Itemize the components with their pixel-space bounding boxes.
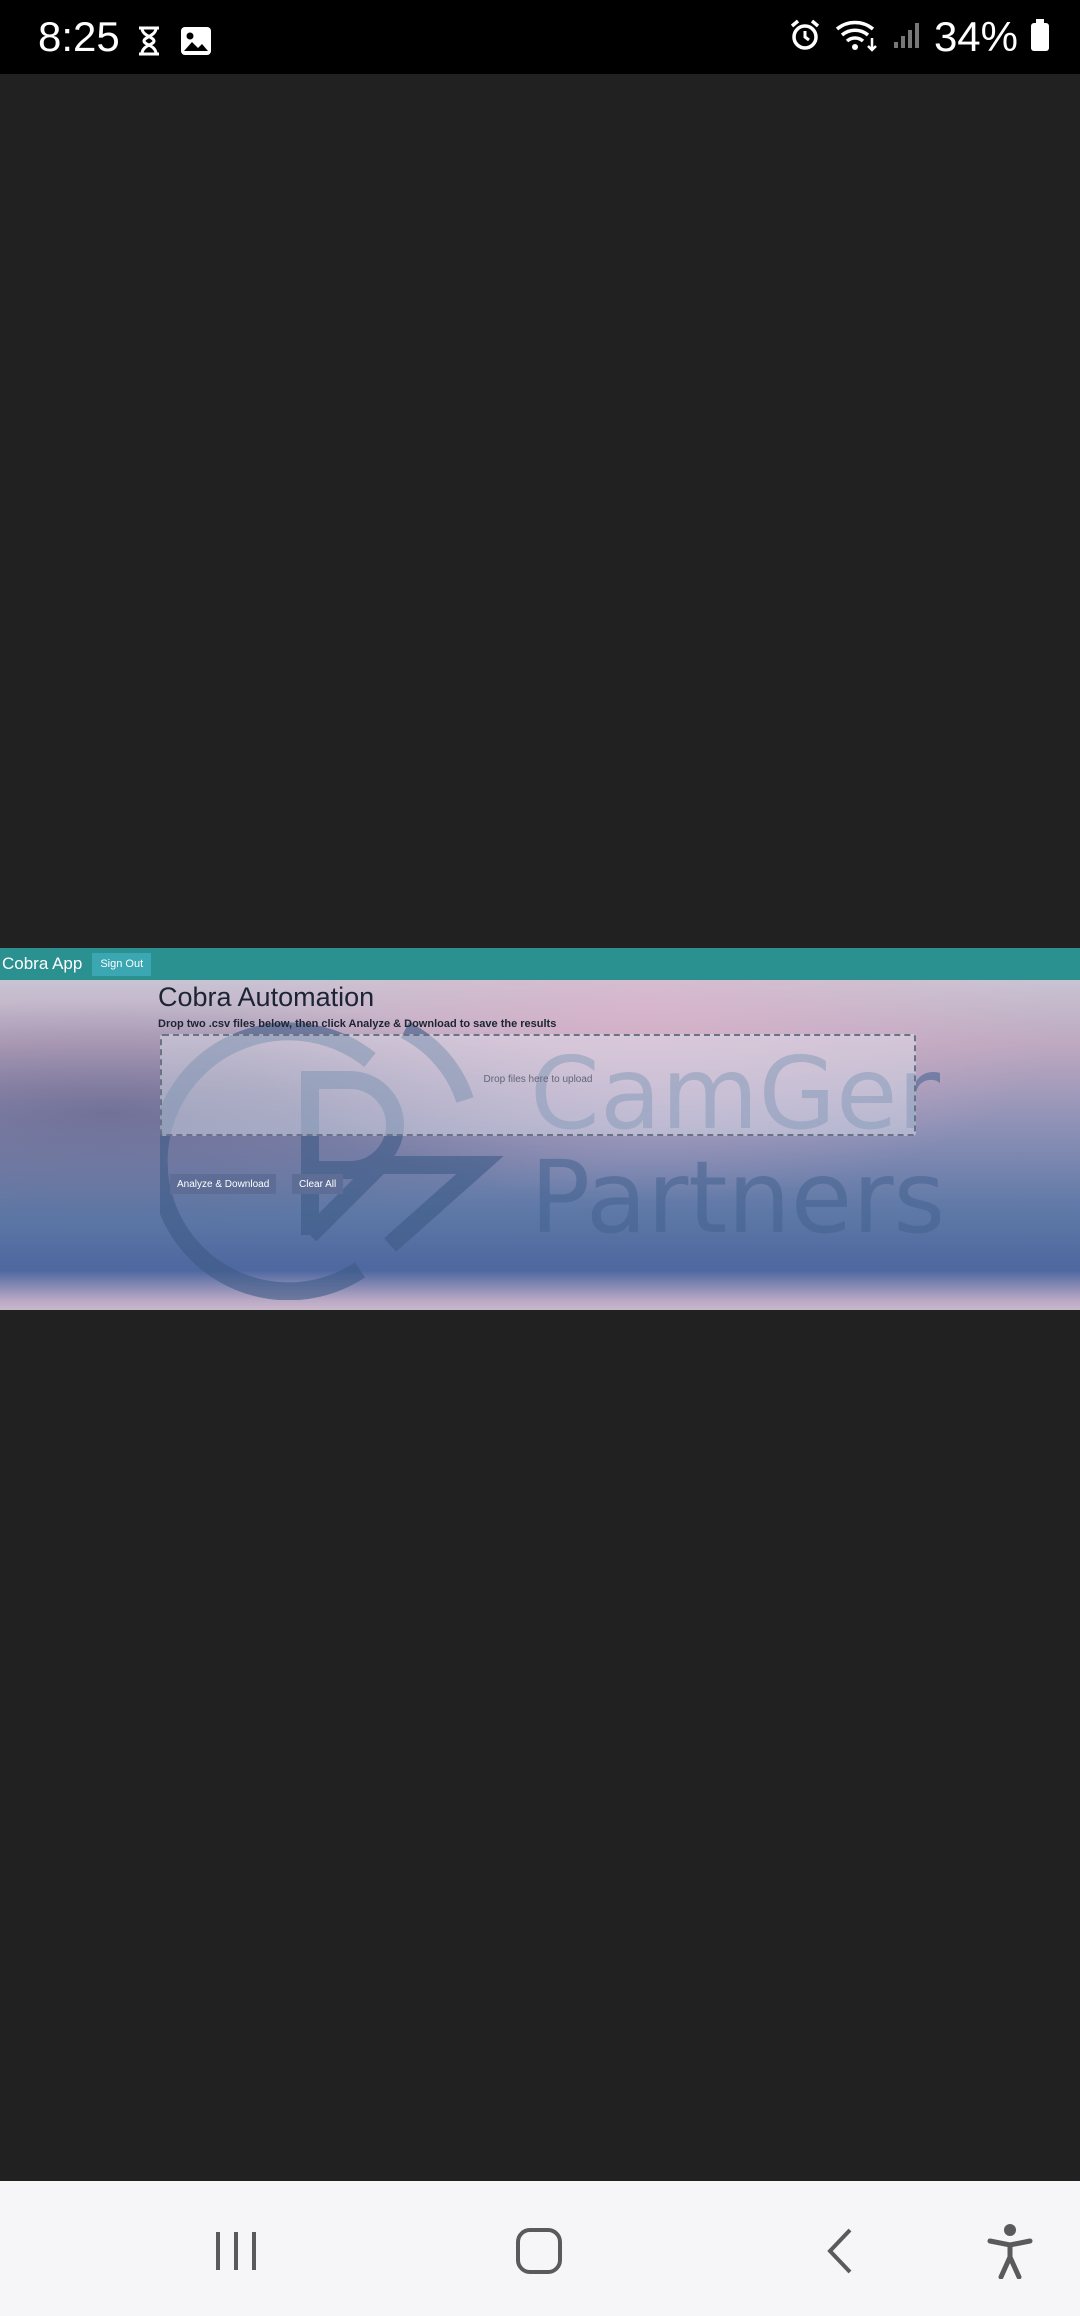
top-navbar: Cobra App Sign Out	[0, 948, 1080, 980]
page-instructions: Drop two .csv files below, then click An…	[158, 1018, 557, 1030]
analyze-download-button[interactable]: Analyze & Download	[170, 1174, 277, 1194]
hero-background: CamGen Partners Cobra Automation Drop tw…	[0, 980, 1080, 1310]
accessibility-icon	[987, 2224, 1033, 2279]
home-icon	[516, 2228, 562, 2274]
accessibility-button[interactable]	[980, 2221, 1040, 2281]
battery-icon	[1030, 18, 1050, 56]
app-page: Cobra App Sign Out CamGen Partners Cobra…	[0, 948, 1080, 1310]
system-nav-bar	[0, 2181, 1080, 2316]
battery-percent: 34%	[933, 13, 1018, 60]
file-dropzone[interactable]: Drop files here to upload	[160, 1034, 916, 1136]
status-time: 8:25	[38, 13, 120, 60]
dropzone-label: Drop files here to upload	[483, 1074, 593, 1085]
back-button[interactable]	[812, 2221, 872, 2281]
clear-all-button[interactable]: Clear All	[292, 1174, 344, 1194]
image-icon	[180, 26, 212, 60]
recent-apps-button[interactable]	[206, 2221, 266, 2281]
status-right: 34%	[788, 12, 1050, 62]
recent-apps-icon	[216, 2232, 256, 2270]
wifi-icon	[834, 18, 880, 56]
sign-out-button[interactable]: Sign Out	[92, 952, 152, 976]
status-left-icons	[136, 26, 212, 60]
app-brand[interactable]: Cobra App	[2, 954, 82, 974]
alarm-icon	[788, 18, 822, 56]
back-icon	[827, 2228, 852, 2274]
signal-icon	[892, 20, 922, 54]
hourglass-icon	[136, 26, 162, 60]
logo-text-partners: Partners	[530, 1139, 940, 1256]
home-button[interactable]	[509, 2221, 569, 2281]
page-title: Cobra Automation	[158, 982, 375, 1012]
status-bar: 8:25 34%	[0, 0, 1080, 74]
